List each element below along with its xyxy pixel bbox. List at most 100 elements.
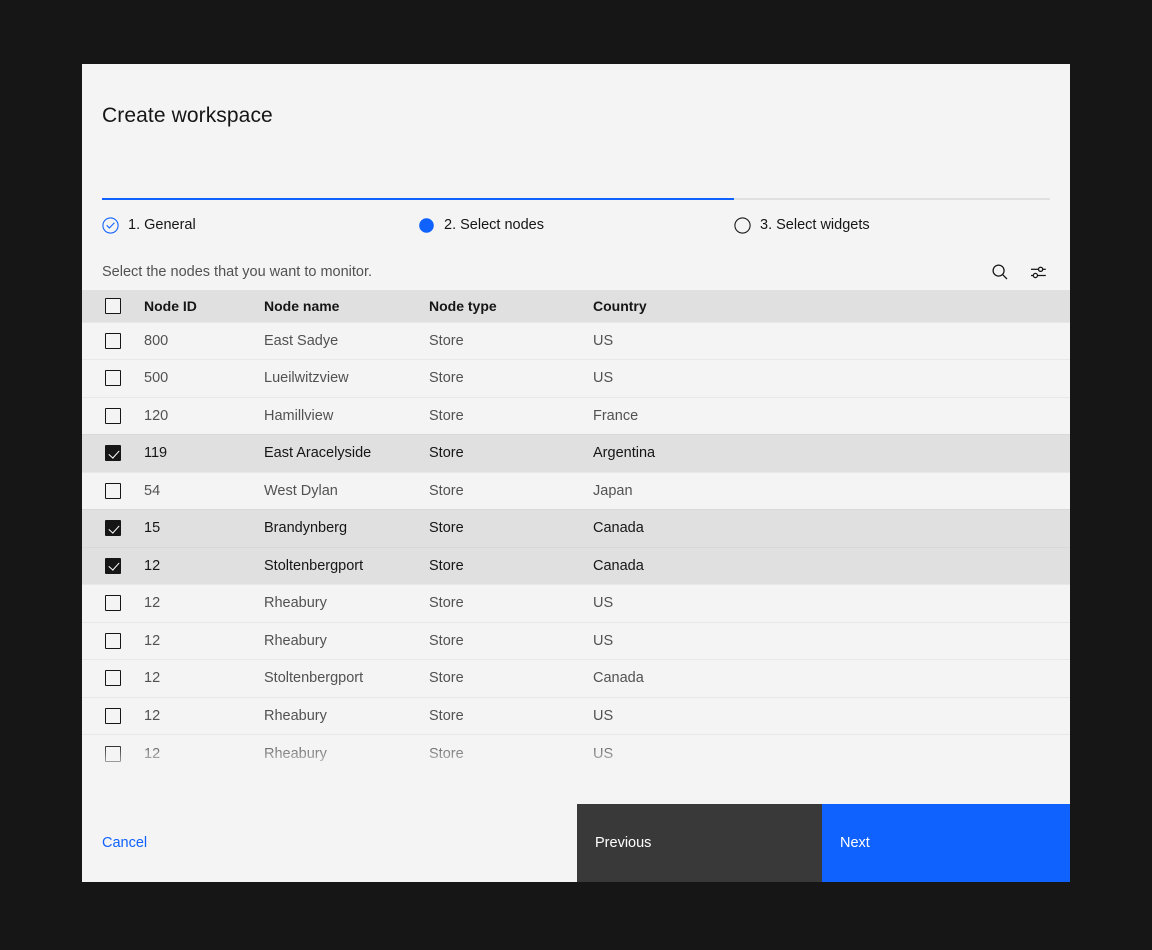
table-toolbar: Select the nodes that you want to monito… [102, 234, 1050, 290]
cell-node-type: Store [429, 585, 593, 623]
table-row[interactable]: 12RheaburyStoreUS [82, 622, 1070, 660]
row-checkbox[interactable] [105, 595, 121, 611]
row-select-cell [82, 435, 144, 473]
progress-step-general[interactable]: 1. General [102, 198, 418, 234]
table-row[interactable]: 12RheaburyStoreUS [82, 697, 1070, 735]
modal-footer: Cancel Previous Next [82, 804, 1070, 882]
row-select-cell [82, 360, 144, 398]
column-header-node-id[interactable]: Node ID [144, 290, 264, 322]
cell-node-id: 12 [144, 622, 264, 660]
cell-node-name: Stoltenbergport [264, 547, 429, 585]
row-checkbox[interactable] [105, 708, 121, 724]
row-checkbox[interactable] [105, 333, 121, 349]
cell-node-type: Store [429, 735, 593, 773]
progress-step-label: 3. Select widgets [760, 216, 870, 234]
row-checkbox[interactable] [105, 445, 121, 461]
cell-country: Canada [593, 547, 1070, 585]
cell-node-name: Rheabury [264, 735, 429, 773]
search-button[interactable] [988, 260, 1012, 284]
create-workspace-modal: Create workspace 1. General 2. Select no… [82, 64, 1070, 882]
row-select-cell [82, 322, 144, 360]
cell-node-id: 12 [144, 660, 264, 698]
cell-country: US [593, 322, 1070, 360]
select-all-checkbox[interactable] [105, 298, 121, 314]
table-row[interactable]: 12StoltenbergportStoreCanada [82, 660, 1070, 698]
cell-country: US [593, 735, 1070, 773]
next-button[interactable]: Next [822, 804, 1070, 882]
cancel-link[interactable]: Cancel [102, 834, 147, 852]
table-row[interactable]: 15BrandynbergStoreCanada [82, 510, 1070, 548]
row-checkbox[interactable] [105, 408, 121, 424]
footer-left: Cancel [82, 804, 577, 882]
toolbar-actions [988, 260, 1050, 284]
cell-node-id: 12 [144, 735, 264, 773]
row-checkbox[interactable] [105, 746, 121, 762]
cell-node-type: Store [429, 660, 593, 698]
settings-button[interactable] [1026, 260, 1050, 284]
cell-node-name: West Dylan [264, 472, 429, 510]
column-header-country[interactable]: Country [593, 290, 1070, 322]
table-row[interactable]: 120HamillviewStoreFrance [82, 397, 1070, 435]
row-select-cell [82, 472, 144, 510]
search-icon [991, 263, 1009, 281]
cell-node-name: East Sadye [264, 322, 429, 360]
row-checkbox[interactable] [105, 370, 121, 386]
cell-node-id: 120 [144, 397, 264, 435]
table-row[interactable]: 54West DylanStoreJapan [82, 472, 1070, 510]
row-select-cell [82, 697, 144, 735]
row-checkbox[interactable] [105, 558, 121, 574]
table-row[interactable]: 800East SadyeStoreUS [82, 322, 1070, 360]
cell-node-name: Rheabury [264, 697, 429, 735]
cell-node-name: Brandynberg [264, 510, 429, 548]
cell-country: Canada [593, 660, 1070, 698]
previous-button[interactable]: Previous [577, 804, 822, 882]
row-checkbox[interactable] [105, 520, 121, 536]
cell-country: Canada [593, 510, 1070, 548]
cell-node-id: 12 [144, 697, 264, 735]
column-header-node-name[interactable]: Node name [264, 290, 429, 322]
row-select-cell [82, 622, 144, 660]
table-row[interactable]: 12StoltenbergportStoreCanada [82, 547, 1070, 585]
cell-node-id: 500 [144, 360, 264, 398]
column-header-node-type[interactable]: Node type [429, 290, 593, 322]
cell-country: Japan [593, 472, 1070, 510]
cell-country: France [593, 397, 1070, 435]
progress-line [734, 198, 1050, 200]
row-select-cell [82, 510, 144, 548]
row-select-cell [82, 585, 144, 623]
row-select-cell [82, 397, 144, 435]
cell-node-name: Hamillview [264, 397, 429, 435]
row-select-cell [82, 660, 144, 698]
table-row[interactable]: 500LueilwitzviewStoreUS [82, 360, 1070, 398]
table-row[interactable]: 12RheaburyStoreUS [82, 585, 1070, 623]
progress-line [102, 198, 418, 200]
nodes-table-container[interactable]: Node ID Node name Node type Country 800E… [82, 290, 1070, 804]
cell-country: US [593, 360, 1070, 398]
table-row[interactable]: 12RheaburyStoreUS [82, 735, 1070, 773]
table-helper-text: Select the nodes that you want to monito… [102, 263, 372, 281]
cell-node-type: Store [429, 472, 593, 510]
cell-node-id: 12 [144, 547, 264, 585]
cell-node-type: Store [429, 510, 593, 548]
progress-line [418, 198, 734, 200]
cell-node-name: Lueilwitzview [264, 360, 429, 398]
table-header-row: Node ID Node name Node type Country [82, 290, 1070, 322]
table-row[interactable]: 119East AracelysideStoreArgentina [82, 435, 1070, 473]
row-select-cell [82, 547, 144, 585]
table-body: 800East SadyeStoreUS500LueilwitzviewStor… [82, 322, 1070, 772]
row-checkbox[interactable] [105, 633, 121, 649]
progress-step-select-nodes[interactable]: 2. Select nodes [418, 198, 734, 234]
progress-step-label: 2. Select nodes [444, 216, 544, 234]
select-all-header [82, 290, 144, 322]
cell-country: US [593, 697, 1070, 735]
empty-circle-icon [734, 217, 751, 234]
row-checkbox[interactable] [105, 483, 121, 499]
row-checkbox[interactable] [105, 670, 121, 686]
cell-node-type: Store [429, 360, 593, 398]
cell-node-type: Store [429, 397, 593, 435]
cell-node-id: 12 [144, 585, 264, 623]
cell-node-id: 54 [144, 472, 264, 510]
cell-node-type: Store [429, 322, 593, 360]
cell-node-type: Store [429, 622, 593, 660]
progress-step-select-widgets[interactable]: 3. Select widgets [734, 198, 1050, 234]
